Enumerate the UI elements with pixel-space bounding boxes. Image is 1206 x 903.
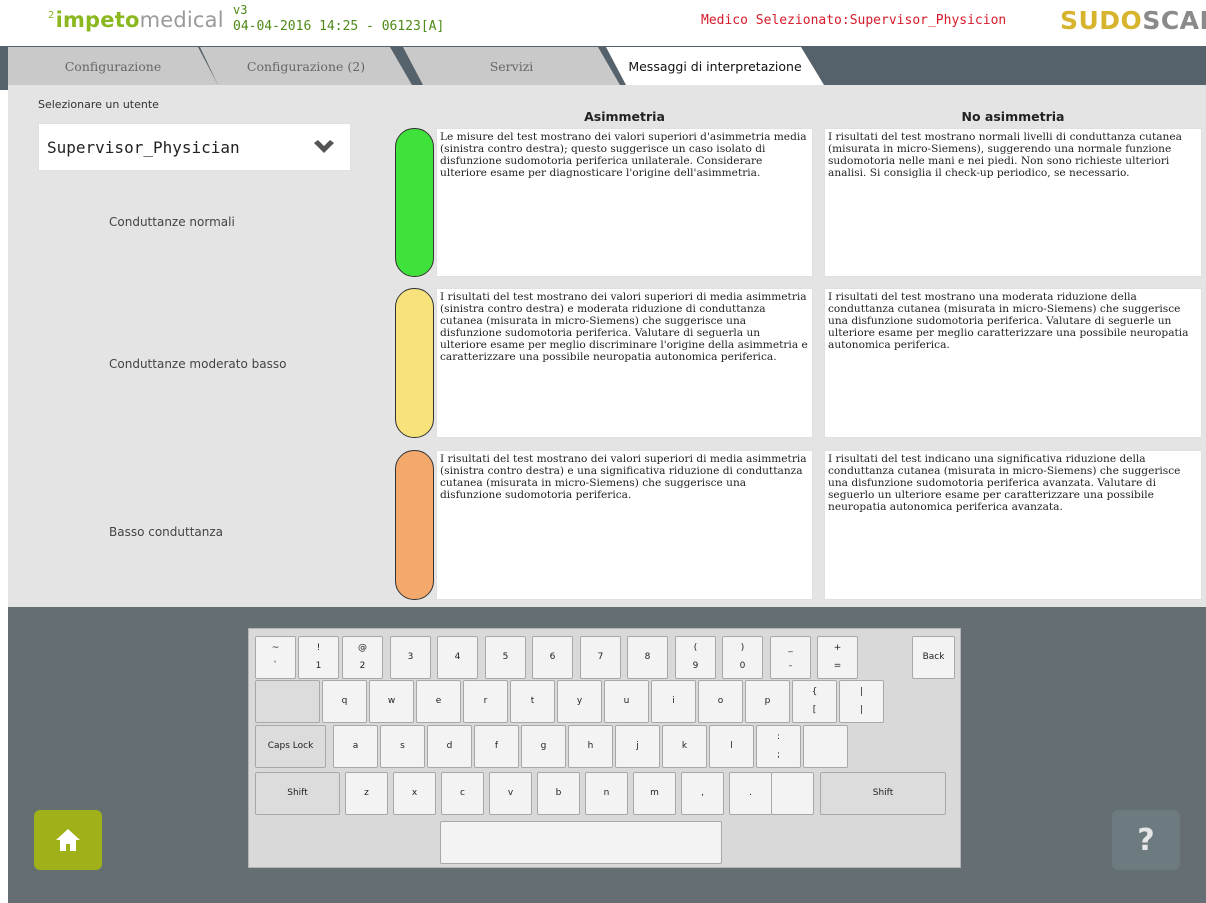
message-moderate-asymmetry[interactable]: I risultati del test mostrano dei valori… (436, 288, 813, 438)
key-blank-2[interactable] (771, 772, 814, 815)
key-bracket[interactable]: {[ (792, 680, 837, 723)
key-s[interactable]: s (380, 725, 425, 768)
key-o[interactable]: o (698, 680, 743, 723)
row-label-low: Basso conduttanza (109, 525, 224, 539)
key-u[interactable]: u (604, 680, 649, 723)
message-moderate-no-asymmetry[interactable]: I risultati del test mostrano una modera… (824, 288, 1202, 438)
key-j[interactable]: j (615, 725, 660, 768)
key-a[interactable]: a (333, 725, 378, 768)
key-t[interactable]: t (510, 680, 555, 723)
key-minus[interactable]: _ - (770, 636, 811, 679)
key-2[interactable]: @2 (342, 636, 383, 679)
key-1[interactable]: ! 1 (298, 636, 339, 679)
tab-messaggi-di-interpretazione[interactable]: Messaggi di interpretazione (606, 47, 824, 85)
sudoscan-logo: SUDOSCAN (1060, 6, 1206, 35)
key-0[interactable]: ) 0 (722, 636, 763, 679)
key-space[interactable] (440, 821, 722, 864)
tab-configurazione[interactable]: Configurazione (8, 47, 218, 85)
key-9[interactable]: (9 (675, 636, 716, 679)
key-w[interactable]: w (369, 680, 414, 723)
user-dropdown-value: Supervisor_Physician (47, 137, 240, 157)
message-low-no-asymmetry[interactable]: I risultati del test indicano una signif… (824, 450, 1202, 600)
key-e[interactable]: e (416, 680, 461, 723)
chevron-down-icon (314, 140, 334, 153)
key-r[interactable]: r (463, 680, 508, 723)
column-header-asymmetry: Asimmetria (584, 109, 665, 124)
home-button[interactable] (34, 810, 102, 870)
key-5[interactable]: 5 (485, 636, 526, 679)
key-6[interactable]: 6 (532, 636, 573, 679)
impeto-medical-logo: 2impetomedical (48, 8, 224, 32)
key-4[interactable]: 4 (437, 636, 478, 679)
key-colon[interactable]: :; (756, 725, 801, 768)
key-7[interactable]: 7 (580, 636, 621, 679)
key-c[interactable]: c (441, 772, 484, 815)
message-normal-asymmetry[interactable]: Le misure del test mostrano dei valori s… (436, 128, 813, 277)
key-3[interactable]: 3 (390, 636, 431, 679)
key-backtick[interactable]: ~ ` (255, 636, 296, 679)
help-button[interactable]: ? (1112, 810, 1180, 870)
tab-configurazione-2[interactable]: Configurazione (2) (200, 47, 412, 85)
key-comma[interactable]: , (681, 772, 724, 815)
row-label-normal: Conduttanze normali (109, 215, 235, 229)
key-period[interactable]: . (729, 772, 772, 815)
message-low-asymmetry[interactable]: I risultati del test mostrano dei valori… (436, 450, 813, 600)
key-f[interactable]: f (474, 725, 519, 768)
status-pill-green (395, 128, 434, 277)
key-i[interactable]: i (651, 680, 696, 723)
key-shift-left[interactable]: Shift (255, 772, 340, 815)
datetime-label: 04-04-2016 14:25 - 06123[A] (233, 19, 445, 34)
key-b[interactable]: b (537, 772, 580, 815)
key-m[interactable]: m (633, 772, 676, 815)
key-8[interactable]: 8 (627, 636, 668, 679)
key-blank[interactable] (803, 725, 848, 768)
status-pill-orange (395, 450, 434, 600)
on-screen-keyboard: ~ ` ! 1 @2 3 4 5 6 7 8 (9 ) 0 _ - + = Back q … (248, 628, 961, 868)
key-k[interactable]: k (662, 725, 707, 768)
key-q[interactable]: q (322, 680, 367, 723)
selected-physician-label: Medico Selezionato:Supervisor_Physicion (701, 13, 1007, 28)
key-g[interactable]: g (521, 725, 566, 768)
key-l[interactable]: l (709, 725, 754, 768)
tab-servizi[interactable]: Servizi (403, 47, 620, 85)
key-backspace[interactable]: Back (912, 636, 955, 679)
key-equals[interactable]: + = (817, 636, 858, 679)
key-y[interactable]: y (557, 680, 602, 723)
key-caps-lock[interactable]: Caps Lock (255, 725, 326, 768)
key-n[interactable]: n (585, 772, 628, 815)
message-normal-no-asymmetry[interactable]: I risultati del test mostrano normali li… (824, 128, 1202, 277)
key-tab-blank[interactable] (255, 680, 320, 723)
key-p[interactable]: p (745, 680, 790, 723)
key-h[interactable]: h (568, 725, 613, 768)
user-dropdown[interactable]: Supervisor_Physician (38, 123, 351, 171)
key-shift-right[interactable]: Shift (820, 772, 946, 815)
column-header-no-asymmetry: No asimmetria (961, 109, 1065, 124)
key-v[interactable]: v (489, 772, 532, 815)
key-x[interactable]: x (393, 772, 436, 815)
key-pipe[interactable]: | | (839, 680, 884, 723)
home-icon (56, 829, 80, 851)
status-pill-yellow (395, 288, 434, 438)
key-z[interactable]: z (345, 772, 388, 815)
row-label-moderate: Conduttanze moderato basso (109, 357, 287, 371)
version-label: v3 (233, 3, 248, 17)
select-user-label: Selezionare un utente (38, 98, 159, 111)
key-d[interactable]: d (427, 725, 472, 768)
header: 2impetomedical v3 04-04-2016 14:25 - 061… (0, 0, 1206, 46)
